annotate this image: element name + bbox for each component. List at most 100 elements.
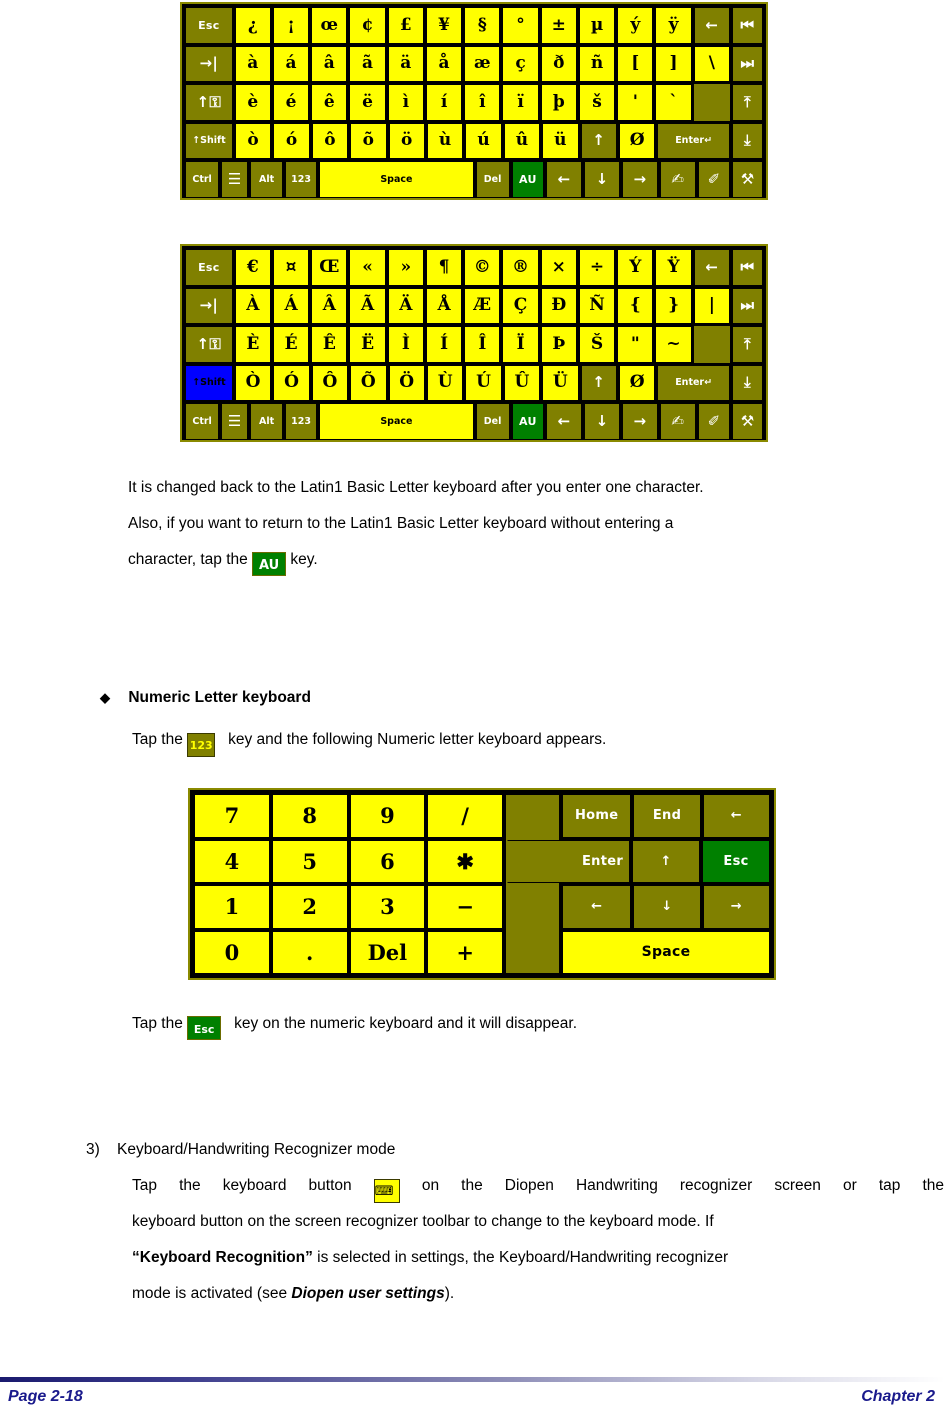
key-ô[interactable]: ô <box>311 122 349 159</box>
key-»[interactable]: » <box>387 249 424 286</box>
arrow-up-icon[interactable]: ↑ <box>632 839 701 883</box>
key-ó[interactable]: ó <box>273 122 310 159</box>
key-123[interactable]: 123 <box>284 403 318 440</box>
key-Ê[interactable]: Ê <box>311 326 348 363</box>
esc-key[interactable]: Esc <box>702 839 770 883</box>
skip-start-icon[interactable]: ⏮ <box>731 249 763 286</box>
arrow-left-icon[interactable]: ← <box>546 403 583 440</box>
key-Esc[interactable]: Esc <box>185 7 233 44</box>
key-Å[interactable]: Å <box>425 287 463 324</box>
key-Ÿ[interactable]: Ÿ <box>655 249 692 286</box>
page-up-icon[interactable]: ⤒ <box>731 326 763 363</box>
arrow-down-icon[interactable]: ↓ <box>633 885 701 929</box>
key-↑Shift[interactable]: ↑Shift <box>185 122 233 159</box>
numeric-key-✱[interactable]: ✱ <box>427 839 503 883</box>
key-À[interactable]: À <box>234 287 271 324</box>
key-å[interactable]: å <box>425 45 463 82</box>
numeric-key-+[interactable]: + <box>427 930 503 974</box>
key-Space[interactable]: Space <box>319 403 474 440</box>
key-«[interactable]: « <box>349 249 386 286</box>
key-Ú[interactable]: Ú <box>465 364 502 401</box>
arrow-down-icon[interactable]: ↓ <box>584 403 620 440</box>
key-Î[interactable]: Î <box>464 326 501 363</box>
key-Esc[interactable]: Esc <box>185 249 233 286</box>
key-×[interactable]: × <box>540 249 577 286</box>
numeric-key-3[interactable]: 3 <box>349 885 426 929</box>
key-{[interactable]: { <box>617 287 654 324</box>
key-á[interactable]: á <box>272 45 310 82</box>
key-Del[interactable]: Del <box>475 161 510 198</box>
key-æ[interactable]: æ <box>464 45 501 82</box>
key-È[interactable]: È <box>234 326 271 363</box>
numeric-key-2[interactable]: 2 <box>271 885 348 929</box>
key-"[interactable]: " <box>617 326 654 363</box>
home-key[interactable]: Home <box>562 794 632 838</box>
key-Ø[interactable]: Ø <box>618 364 656 401</box>
key-ý[interactable]: ý <box>617 7 654 44</box>
key-Enter↵[interactable]: Enter↵ <box>657 364 730 401</box>
latin1-extended-uppercase-keyboard[interactable]: Esc € ¤ Œ «» ¶ © ® × ÷ Ý Ÿ ← ⏮ →| À Á Â Ã Ä Å Æ Ç Ð Ñ{} | ⏭ ↑⚿ È É Ê Ë Ì… <box>180 244 768 442</box>
numeric-key-Del[interactable]: Del <box>349 930 426 974</box>
key-Ì[interactable]: Ì <box>387 326 424 363</box>
arrow-right-icon[interactable]: → <box>702 885 771 929</box>
key-ú[interactable]: ú <box>465 122 502 159</box>
numeric-key-/[interactable]: / <box>427 794 503 838</box>
key-í[interactable]: í <box>425 84 463 121</box>
key-Í[interactable]: Í <box>425 326 463 363</box>
numeric-key-4[interactable]: 4 <box>194 839 270 883</box>
skip-end-icon[interactable]: ⏭ <box>731 287 763 324</box>
arrow-right-icon[interactable]: → <box>621 403 658 440</box>
hammer-tools-icon[interactable]: ⚒ <box>732 161 763 198</box>
key-Þ[interactable]: Þ <box>540 326 577 363</box>
key-÷[interactable]: ÷ <box>578 249 616 286</box>
key-É[interactable]: É <box>272 326 310 363</box>
key-ÿ[interactable]: ÿ <box>655 7 692 44</box>
numeric-key-.[interactable]: . <box>271 930 348 974</box>
key-¿[interactable]: ¿ <box>234 7 271 44</box>
key-[[interactable]: [ <box>617 45 654 82</box>
enter-key[interactable]: Enter <box>507 839 631 883</box>
arrow-up-icon[interactable]: ↑ <box>580 122 617 159</box>
key-Ù[interactable]: Ù <box>426 364 464 401</box>
key-Ó[interactable]: Ó <box>273 364 310 401</box>
key-Ctrl[interactable]: Ctrl <box>185 161 220 198</box>
key-ð[interactable]: ð <box>540 45 577 82</box>
arrow-up-icon[interactable]: ↑ <box>580 364 617 401</box>
numeric-key-−[interactable]: − <box>427 885 503 929</box>
key-Ü[interactable]: Ü <box>542 364 579 401</box>
key-û[interactable]: û <box>503 122 541 159</box>
key-ç[interactable]: ç <box>502 45 539 82</box>
numeric-key-6[interactable]: 6 <box>349 839 426 883</box>
key-ê[interactable]: ê <box>311 84 348 121</box>
space-key[interactable]: Space <box>562 930 770 974</box>
key-î[interactable]: î <box>464 84 501 121</box>
arrow-left-icon[interactable]: ← <box>562 885 632 929</box>
key-ò[interactable]: ò <box>234 122 272 159</box>
hammer-tools-icon[interactable]: ⚒ <box>732 403 763 440</box>
page-down-icon[interactable]: ⤓ <box>731 364 764 401</box>
key-š[interactable]: š <box>578 84 616 121</box>
inline-au-key[interactable]: AU <box>252 552 287 576</box>
key-|[interactable]: | <box>693 287 730 324</box>
key-é[interactable]: é <box>272 84 310 121</box>
key-è[interactable]: è <box>234 84 271 121</box>
key-Õ[interactable]: Õ <box>350 364 387 401</box>
key-µ[interactable]: µ <box>578 7 616 44</box>
key-Æ[interactable]: Æ <box>464 287 501 324</box>
key-~[interactable]: ~ <box>655 326 692 363</box>
key-Enter↵[interactable]: Enter↵ <box>657 122 730 159</box>
key-Ç[interactable]: Ç <box>502 287 539 324</box>
key-°[interactable]: ° <box>502 7 539 44</box>
key-¢[interactable]: ¢ <box>349 7 386 44</box>
pencil-icon[interactable]: ✐ <box>697 403 731 440</box>
key-¤[interactable]: ¤ <box>272 249 310 286</box>
key-Ð[interactable]: Ð <box>540 287 577 324</box>
end-key[interactable]: End <box>633 794 701 838</box>
arrow-down-icon[interactable]: ↓ <box>584 161 620 198</box>
caps-lock-icon[interactable]: ↑⚿ <box>185 326 233 363</box>
page-down-icon[interactable]: ⤓ <box>731 122 764 159</box>
key-§[interactable]: § <box>464 7 501 44</box>
numeric-key-1[interactable]: 1 <box>194 885 270 929</box>
key-'[interactable]: ' <box>617 84 654 121</box>
backspace-icon[interactable]: ← <box>693 249 730 286</box>
